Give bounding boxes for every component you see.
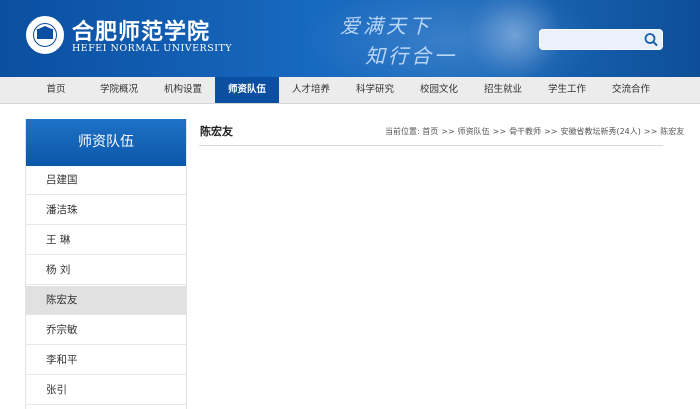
search-input[interactable] (544, 32, 640, 47)
sidebar-item[interactable]: 杨 刘 (26, 256, 186, 285)
main-nav: 首页 学院概况 机构设置 师资队伍 人才培养 科学研究 校园文化 招生就业 学生… (0, 77, 700, 104)
breadcrumb-prefix: 当前位置: (385, 127, 420, 136)
sidebar-item[interactable]: 李和平 (26, 346, 186, 375)
sidebar-item-label: 乔宗敏 (46, 324, 78, 336)
sidebar-item[interactable]: 张引 (26, 376, 186, 405)
sidebar-item-label: 潘洁珠 (46, 204, 78, 216)
sidebar-item-label: 陈宏友 (46, 294, 78, 306)
nav-item-faculty[interactable]: 师资队伍 (215, 77, 279, 103)
nav-item-campus-culture[interactable]: 校园文化 (407, 77, 471, 103)
nav-item-research[interactable]: 科学研究 (343, 77, 407, 103)
banner-slogan-line2: 知行合一 (365, 44, 457, 68)
nav-item-departments[interactable]: 机构设置 (151, 77, 215, 103)
logo-chinese-name[interactable]: 合肥师范学院 (72, 14, 210, 46)
content-divider (199, 145, 663, 146)
sidebar-item-label: 吕建国 (46, 174, 78, 186)
sidebar-item-label: 王 琳 (46, 234, 71, 246)
breadcrumb: 当前位置: 首页 >> 师资队伍 >> 骨干教师 >> 安徽省教坛新秀(24人) >> 陈宏友 (385, 126, 684, 137)
search-icon (644, 33, 658, 46)
university-seal-logo[interactable] (26, 16, 64, 54)
sidebar-item-active[interactable]: 陈宏友 (26, 286, 186, 315)
nav-item-exchange[interactable]: 交流合作 (599, 77, 663, 103)
breadcrumb-link-faculty[interactable]: 师资队伍 (458, 127, 490, 136)
nav-item-admissions[interactable]: 招生就业 (471, 77, 535, 103)
sidebar-item-label: 张引 (46, 384, 67, 396)
breadcrumb-link-current[interactable]: 陈宏友 (660, 127, 684, 136)
breadcrumb-separator: >> (492, 127, 507, 136)
nav-item-home[interactable]: 首页 (25, 77, 87, 103)
sidebar-item-label: 李和平 (46, 354, 78, 366)
banner-slogan-line1: 爱满天下 (340, 14, 432, 38)
sidebar-item[interactable]: 潘洁珠 (26, 196, 186, 225)
breadcrumb-separator: >> (441, 127, 455, 136)
breadcrumb-link-award-list[interactable]: 安徽省教坛新秀(24人) (560, 127, 640, 136)
breadcrumb-separator: >> (544, 127, 558, 136)
sidebar-item[interactable]: 吕建国 (26, 166, 186, 195)
nav-item-student-affairs[interactable]: 学生工作 (535, 77, 599, 103)
sidebar-item[interactable]: 王 琳 (26, 226, 186, 255)
search-button[interactable] (642, 31, 660, 48)
page-title: 陈宏友 (200, 125, 233, 138)
sidebar-title: 师资队伍 (26, 119, 186, 166)
sidebar-item[interactable]: 乔宗敏 (26, 316, 186, 345)
logo-english-name[interactable]: HEFEI NORMAL UNIVERSITY (72, 43, 232, 54)
breadcrumb-link-home[interactable]: 首页 (422, 127, 438, 136)
seal-building (37, 29, 53, 39)
breadcrumb-separator: >> (643, 127, 658, 136)
search-box (539, 29, 663, 50)
sidebar-item-label: 杨 刘 (46, 264, 71, 276)
sidebar: 师资队伍 吕建国 潘洁珠 王 琳 杨 刘 陈宏友 乔宗敏 李和平 张引 (25, 119, 187, 409)
site-header: 合肥师范学院 HEFEI NORMAL UNIVERSITY 爱满天下 知行合一 (0, 0, 700, 77)
nav-item-about[interactable]: 学院概况 (87, 77, 151, 103)
nav-item-talent[interactable]: 人才培养 (279, 77, 343, 103)
breadcrumb-link-key-teachers[interactable]: 骨干教师 (509, 127, 541, 136)
